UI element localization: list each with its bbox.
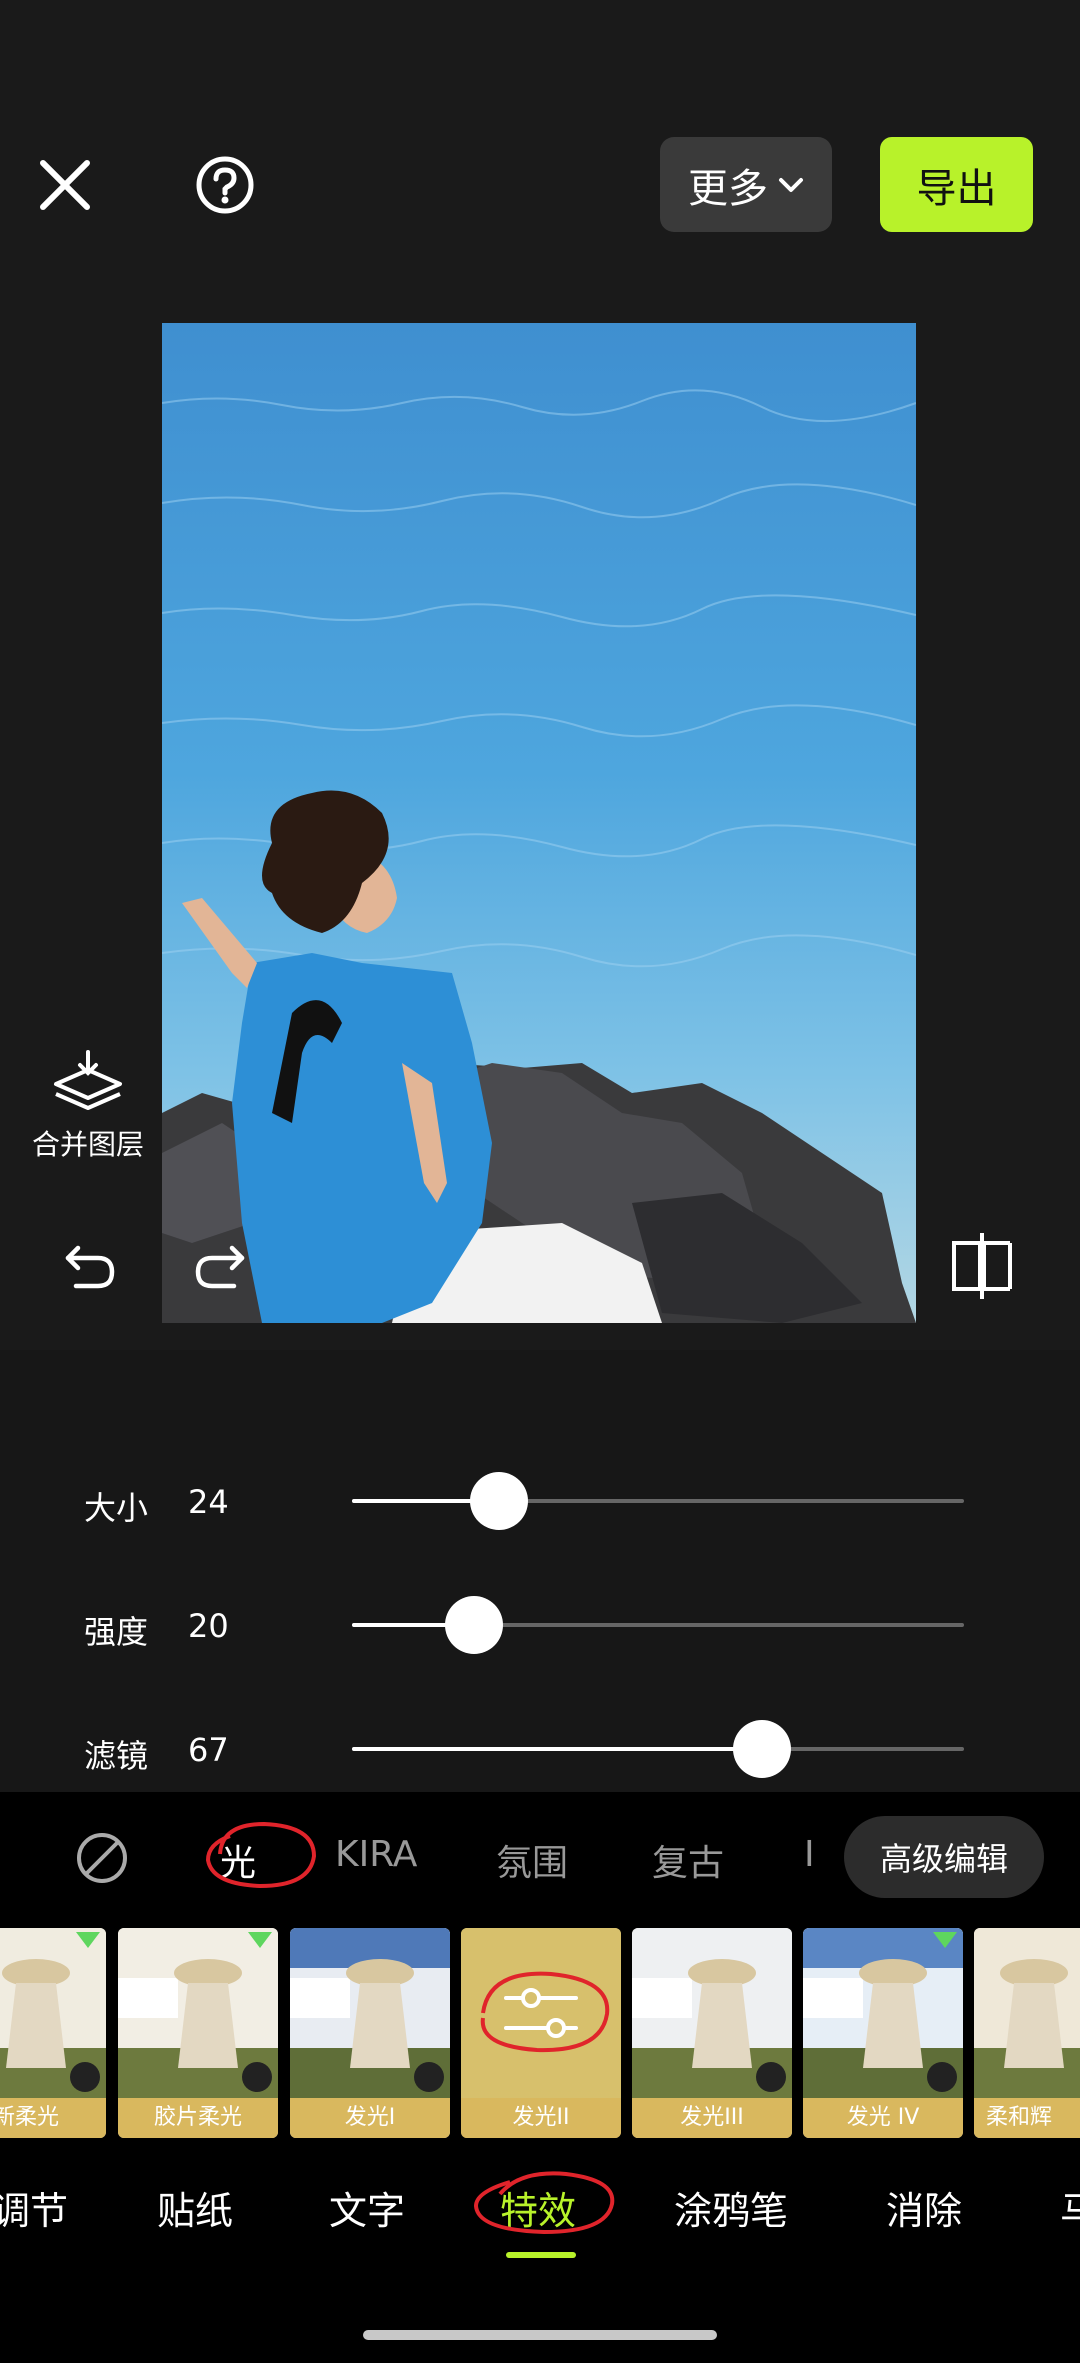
new-badge-icon [933,1932,957,1948]
active-tab-indicator [506,2252,576,2258]
none-icon [77,1833,127,1883]
effect-thumbnail-strip: 新柔光 胶片柔光 发光I 发光II 发光III 发光 IV 柔和辉 [0,1922,1080,2142]
tab-adjust[interactable]: 调节 [0,2180,68,2235]
effect-thumbnail-label: 发光 IV [803,2098,963,2138]
filter-value: 67 [188,1731,229,1769]
filter-slider-row: 滤镜 67 [0,1709,1080,1789]
adjustment-panel: 大小 24 强度 20 滤镜 67 [0,1350,1080,1792]
advanced-edit-button[interactable]: 高级编辑 [844,1816,1044,1898]
annotation-circle [473,2171,615,2235]
size-label: 大小 [84,1489,149,1527]
more-label: 更多 [688,165,768,212]
effect-thumbnail-label: 胶片柔光 [118,2098,278,2138]
redo-button[interactable] [185,1236,255,1296]
undo-icon [65,1245,115,1289]
compare-icon [952,1233,1012,1299]
export-button[interactable]: 导出 [880,137,1033,232]
undo-button[interactable] [55,1236,125,1296]
export-label: 导出 [916,165,997,212]
merge-layers-button[interactable]: 合并图层 [18,1050,158,1163]
category-ambience[interactable]: 氛围 [496,1834,568,1886]
category-partial[interactable]: I [804,1834,815,1875]
effect-thumbnail-label: 发光II [461,2098,621,2138]
category-kira[interactable]: KIRA [335,1834,417,1875]
chevron-down-icon [779,177,803,192]
size-slider-knob[interactable] [469,1472,528,1530]
tab-erase[interactable]: 消除 [886,2180,962,2235]
effect-thumbnail[interactable]: 发光 IV [803,1928,963,2138]
tab-text[interactable]: 文字 [329,2180,405,2235]
strength-value: 20 [188,1607,229,1645]
home-indicator [363,2330,717,2340]
close-button[interactable] [30,150,100,220]
effect-thumbnail-label: 发光I [290,2098,450,2138]
effect-thumbnail-label: 柔和辉 [974,2098,1080,2138]
thumbnail-image [461,1928,621,2098]
strength-slider-row: 强度 20 [0,1585,1080,1665]
help-icon [196,156,254,214]
close-icon [40,160,90,210]
download-icon [927,2062,957,2092]
size-value: 24 [188,1483,229,1521]
filter-slider-fill [352,1747,763,1751]
merge-layers-label: 合并图层 [31,1128,144,1161]
effect-category-bar: 光 KIRA 氛围 复古 I 高级编辑 [0,1792,1080,1922]
effect-thumbnail[interactable]: 新柔光 [0,1928,106,2138]
help-button[interactable] [190,150,260,220]
effect-thumbnail[interactable]: 发光III [632,1928,792,2138]
download-icon [414,2062,444,2092]
annotation-circle [205,1821,317,1889]
strength-slider-knob[interactable] [445,1596,504,1654]
effect-thumbnail-label: 新柔光 [0,2098,106,2138]
effect-thumbnail[interactable]: 胶片柔光 [118,1928,278,2138]
photo-image [162,323,916,1323]
thumbnail-image [974,1928,1080,2098]
filter-label: 滤镜 [84,1737,149,1775]
more-dropdown-button[interactable]: 更多 [660,137,832,232]
tab-partial[interactable]: 马 [1060,2180,1080,2235]
effect-thumbnail-selected[interactable]: 发光II [461,1928,621,2138]
download-icon [756,2062,786,2092]
filter-slider-knob[interactable] [733,1720,792,1778]
layers-icon [54,1050,122,1110]
size-slider[interactable] [352,1472,964,1530]
strength-slider[interactable] [352,1596,964,1654]
new-badge-icon [76,1932,100,1948]
effect-thumbnail[interactable]: 发光I [290,1928,450,2138]
new-badge-icon [248,1932,272,1948]
no-effect-button[interactable] [72,1828,132,1888]
redo-icon [195,1245,245,1289]
effect-thumbnail-label: 发光III [632,2098,792,2138]
category-retro[interactable]: 复古 [652,1834,724,1886]
download-icon [70,2062,100,2092]
filter-slider[interactable] [352,1720,964,1778]
effect-thumbnail[interactable]: 柔和辉 [974,1928,1080,2138]
download-icon [242,2062,272,2092]
tab-doodle-pen[interactable]: 涂鸦笔 [674,2180,788,2235]
tab-sticker[interactable]: 贴纸 [157,2180,233,2235]
strength-label: 强度 [84,1613,149,1651]
compare-button[interactable] [946,1228,1018,1304]
photo-canvas[interactable] [162,323,916,1323]
size-slider-row: 大小 24 [0,1461,1080,1541]
